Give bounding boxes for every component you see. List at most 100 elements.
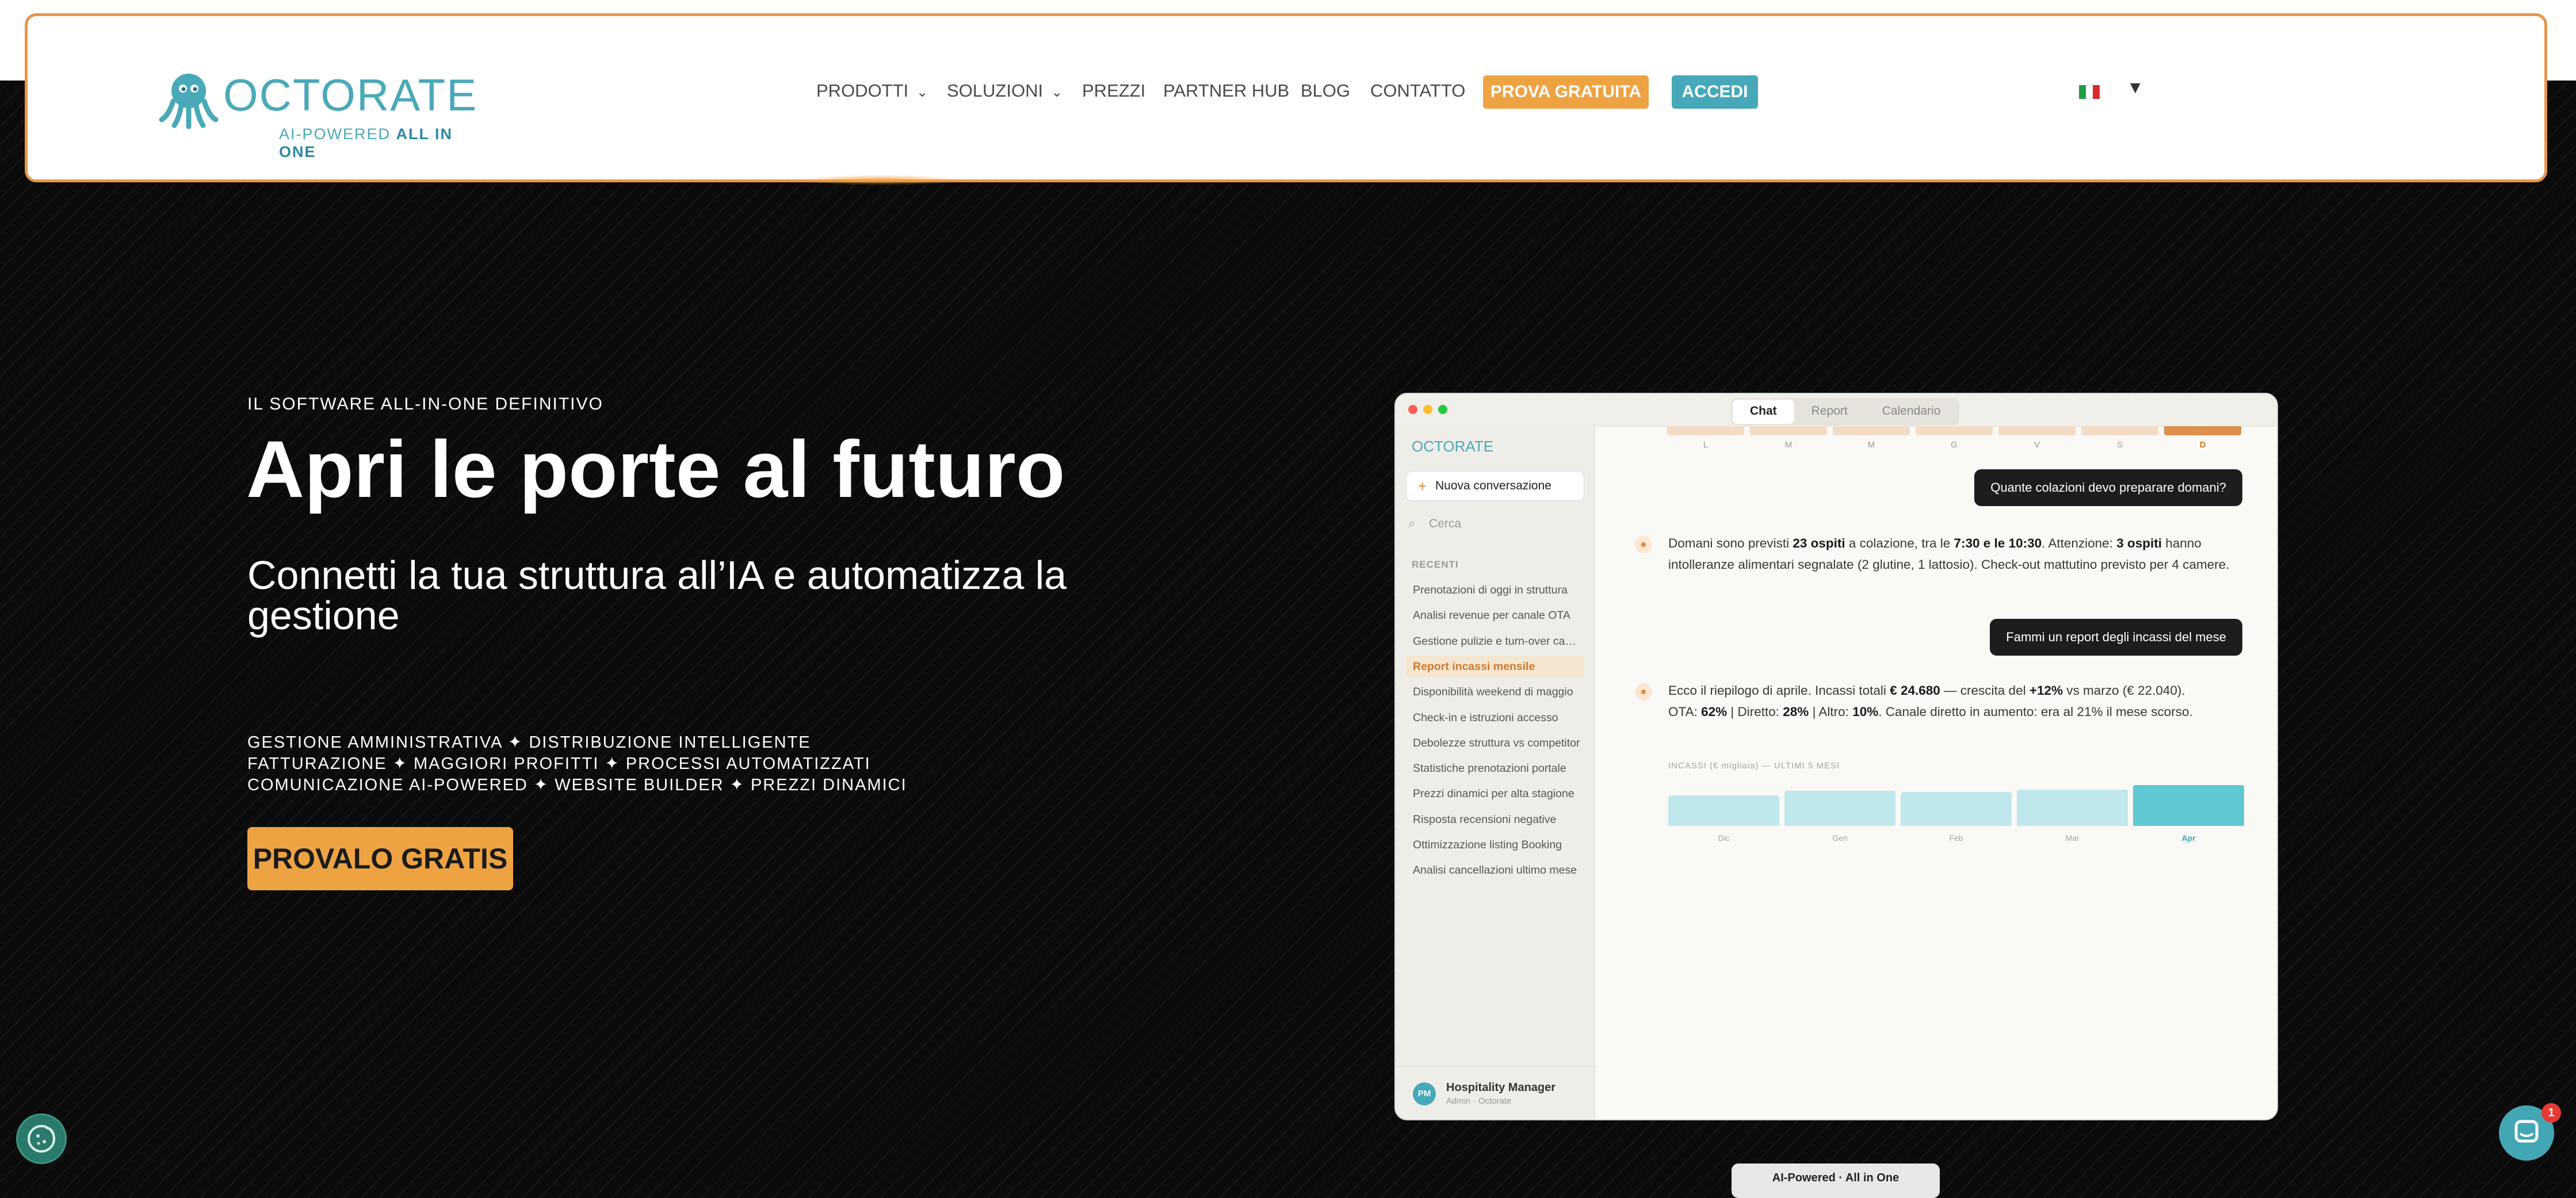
close-window-icon: [1408, 405, 1417, 414]
prova-gratuita-button[interactable]: PROVA GRATUITA: [1483, 75, 1649, 109]
chevron-down-icon: ⌄: [916, 85, 928, 100]
window-titlebar: Chat Report Calendario: [1396, 394, 2277, 427]
app-sidebar: OCTORATE + Nuova conversazione ⌕ Cerca R…: [1396, 426, 1595, 1119]
chart-bar: [2133, 784, 2244, 826]
weekday-cell: M: [1750, 426, 1827, 450]
revenue-bar-chart: Dic Gen Feb Mar Apr: [1668, 771, 2244, 843]
sidebar-item-conversation[interactable]: Prezzi dinamici per alta stagione: [1406, 783, 1584, 805]
plus-icon: +: [1418, 477, 1427, 495]
maximize-window-icon: [1438, 405, 1447, 414]
weekday-bar: [1667, 426, 1744, 435]
user-profile[interactable]: PM Hospitality Manager Admin · Octorate: [1396, 1066, 1595, 1119]
chart-bar: [1784, 790, 1895, 826]
nav-prodotti-label: PRODOTTI: [816, 81, 909, 101]
app-tabs: Chat Report Calendario: [1731, 398, 1960, 426]
sidebar-item-conversation[interactable]: Risposta recensioni negative: [1406, 809, 1584, 830]
user-message: Quante colazioni devo preparare domani?: [1974, 469, 2242, 506]
nav-soluzioni-label: SOLUZIONI: [947, 81, 1044, 101]
chart-bar: [1668, 795, 1779, 826]
provalo-gratis-button[interactable]: PROVALO GRATIS: [247, 827, 513, 890]
chevron-down-icon: ⌄: [1051, 85, 1063, 100]
weekday-cell: L: [1667, 426, 1744, 450]
ai-message: Ecco il riepilogo di aprile. Incassi tot…: [1668, 683, 2193, 719]
weekday-bar: [1833, 426, 1910, 435]
sidebar-item-conversation[interactable]: Gestione pulizie e turn-over camere: [1406, 630, 1584, 652]
new-conversation-button[interactable]: + Nuova conversazione: [1406, 471, 1584, 501]
chart-category-label: Dic: [1718, 833, 1730, 843]
tab-report[interactable]: Report: [1794, 400, 1865, 424]
sidebar-item-conversation[interactable]: Analisi revenue per canale OTA: [1406, 604, 1584, 626]
chart-bar: [2017, 789, 2128, 826]
cookie-icon: [28, 1125, 55, 1153]
tab-calendario[interactable]: Calendario: [1865, 400, 1958, 424]
nav-prezzi[interactable]: PREZZI: [1082, 74, 1145, 108]
new-conversation-label: Nuova conversazione: [1435, 479, 1551, 492]
weekday-bar: [1916, 426, 1993, 435]
sidebar-search[interactable]: ⌕ Cerca: [1408, 516, 1462, 531]
weekday-bar: [1750, 426, 1827, 435]
sidebar-logo: OCTORATE: [1412, 438, 1494, 455]
chart-category-label: Gen: [1832, 833, 1848, 843]
chat-panel: L M M G V S D Quante colazioni devo preparare …: [1596, 426, 2277, 1119]
sidebar-item-conversation[interactable]: Report incassi mensile: [1406, 655, 1584, 678]
search-icon: ⌕: [1408, 516, 1416, 530]
weekday-label: M: [1784, 440, 1793, 450]
accedi-button[interactable]: ACCEDI: [1672, 75, 1758, 109]
sidebar-item-conversation[interactable]: Ottimizzazione listing Booking: [1406, 834, 1584, 856]
header-glow: [794, 175, 966, 185]
ai-message: Domani sono previsti 23 ospiti a colazio…: [1668, 536, 2230, 572]
chart-category-label: Feb: [1949, 833, 1963, 843]
hero-title: Apri le porte al futuro: [246, 424, 1065, 514]
weekday-label: S: [2116, 440, 2123, 450]
weekday-cell: S: [2081, 426, 2158, 450]
user-message: Fammi un report degli incassi del mese: [1990, 619, 2242, 656]
weekday-bar: [1998, 426, 2076, 435]
nav-soluzioni[interactable]: SOLUZIONI ⌄: [947, 74, 1062, 110]
chart-category-label: Mar: [2065, 833, 2080, 843]
language-dropdown-icon[interactable]: ▼: [2127, 78, 2144, 98]
nav-partner-hub[interactable]: PARTNER HUB: [1163, 74, 1289, 108]
notification-badge: 1: [2541, 1103, 2561, 1123]
hero-eyebrow: IL SOFTWARE ALL-IN-ONE DEFINITIVO: [247, 395, 603, 414]
weekday-strip: LMMGVSD: [1667, 426, 2242, 455]
minimize-window-icon: [1423, 405, 1432, 414]
weekday-label: M: [1867, 440, 1875, 450]
nav-blog[interactable]: BLOG: [1301, 74, 1350, 108]
weekday-label: V: [2034, 440, 2040, 450]
sidebar-item-conversation[interactable]: Statistiche prenotazioni portale: [1406, 757, 1584, 779]
weekday-cell: V: [1998, 426, 2076, 450]
nav-contatto[interactable]: CONTATTO: [1370, 74, 1465, 108]
search-placeholder: Cerca: [1429, 517, 1462, 530]
ai-avatar-icon: [1635, 536, 1652, 553]
sidebar-item-conversation[interactable]: Debolezze struttura vs competitor: [1406, 732, 1584, 754]
sidebar-item-conversation[interactable]: Analisi cancellazioni ultimo mese: [1406, 859, 1584, 881]
feature-list: GESTIONE AMMINISTRATIVA ✦ DISTRIBUZIONE …: [247, 732, 907, 796]
tab-chat[interactable]: Chat: [1733, 400, 1794, 424]
cookie-settings-button[interactable]: [16, 1113, 67, 1164]
avatar: PM: [1413, 1082, 1436, 1105]
nav-prodotti[interactable]: PRODOTTI ⌄: [816, 74, 928, 110]
weekday-label: D: [2199, 440, 2206, 450]
weekday-bar: [2081, 426, 2158, 435]
weekday-cell: M: [1833, 426, 1910, 450]
feature-line: FATTURAZIONE ✦ MAGGIORI PROFITTI ✦ PROCE…: [247, 755, 871, 773]
logo-wordmark: OCTORATE: [223, 70, 478, 120]
sidebar-item-conversation[interactable]: Prenotazioni di oggi in struttura: [1406, 579, 1584, 601]
octopus-icon: [159, 74, 219, 129]
weekday-label: G: [1951, 440, 1958, 450]
weekday-label: L: [1703, 440, 1709, 450]
recent-section-label: RECENTI: [1412, 559, 1459, 570]
weekday-cell: G: [1916, 426, 1993, 450]
sidebar-item-conversation[interactable]: Check-in e istruzioni accesso: [1406, 707, 1584, 729]
weekday-bar: [2164, 426, 2241, 435]
ai-avatar-icon: [1635, 683, 1652, 701]
mini-chart-title: INCASSI (€ migliaia) — ULTIMI 5 MESI: [1668, 761, 1840, 771]
octorate-logo[interactable]: OCTORATE AI-POWERED ALL IN ONE: [157, 56, 479, 160]
feature-line: GESTIONE AMMINISTRATIVA ✦ DISTRIBUZIONE …: [247, 733, 811, 752]
italian-flag-icon[interactable]: [2079, 85, 2100, 99]
logo-tagline: AI-POWERED ALL IN ONE: [279, 125, 479, 161]
chart-bar: [1901, 792, 2012, 826]
logo-tagline-a: AI-POWERED: [279, 125, 391, 143]
hero-subtitle: Connetti la tua struttura all’IA e autom…: [247, 553, 1067, 638]
sidebar-item-conversation[interactable]: Disponibilità weekend di maggio: [1406, 681, 1584, 703]
